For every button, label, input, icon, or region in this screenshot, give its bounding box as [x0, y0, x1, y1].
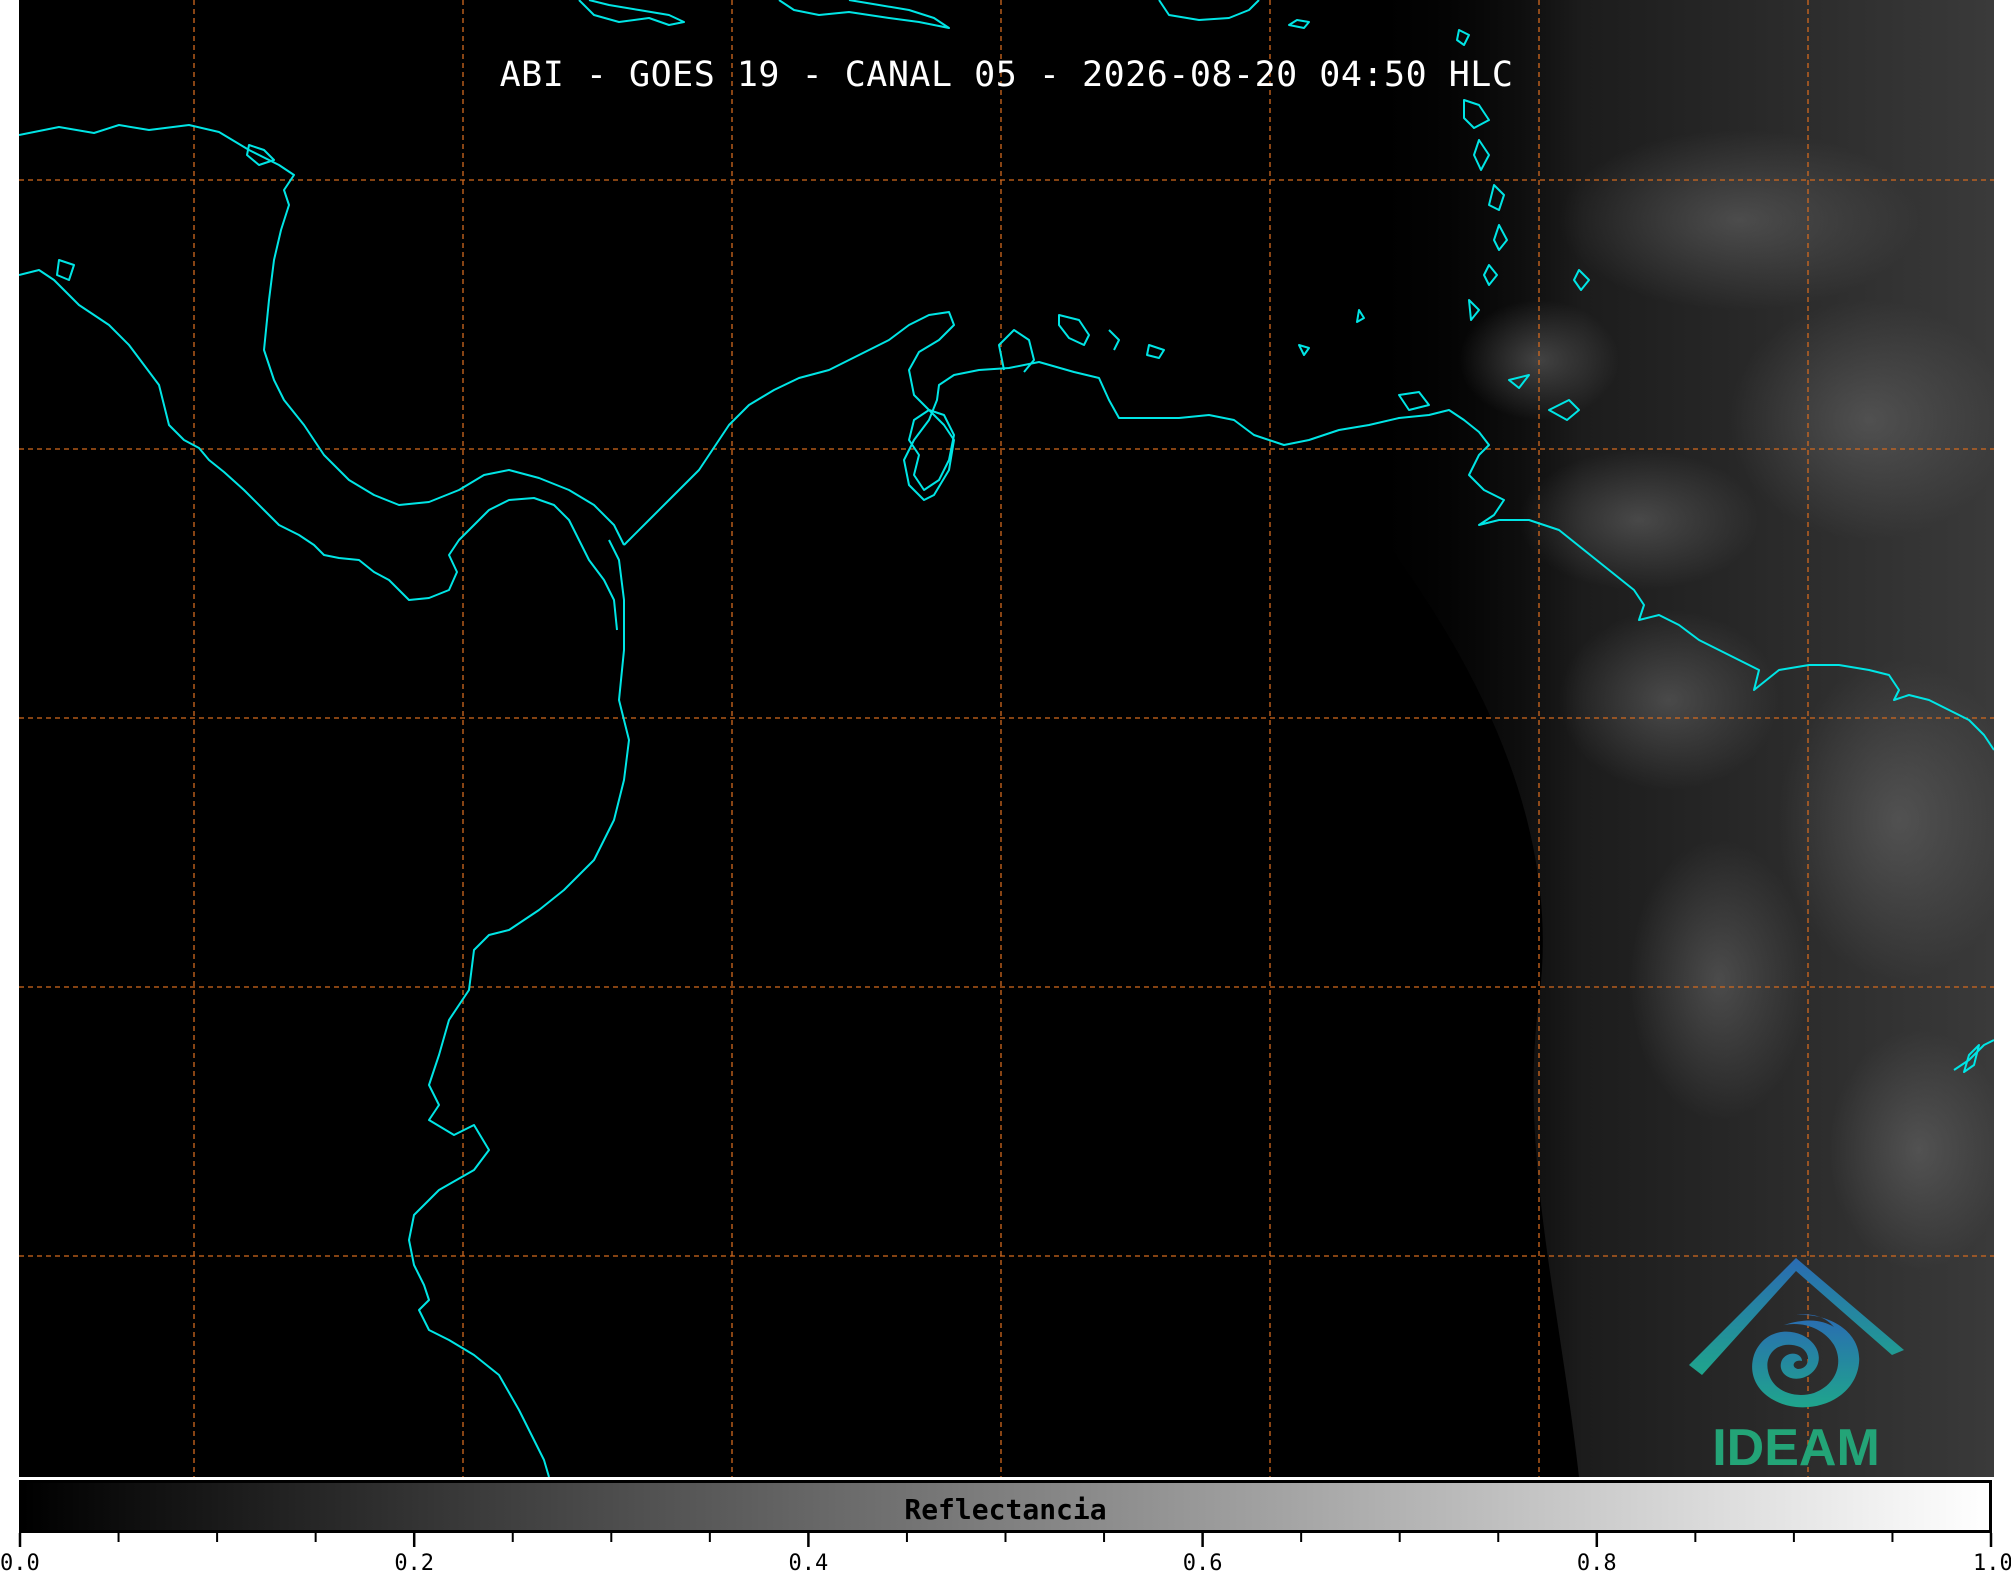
- colorbar-label: Reflectancia: [904, 1493, 1107, 1526]
- colorbar-tick-label: 0.4: [788, 1551, 829, 1576]
- colorbar-tick-label: 0.8: [1576, 1551, 1617, 1576]
- colorbar-tick-label: 0.6: [1182, 1551, 1223, 1576]
- map-title: ABI - GOES 19 - CANAL 05 - 2026-08-20 04…: [499, 55, 1514, 95]
- colorbar-tick-label: 1.0: [1973, 1551, 2011, 1576]
- colorbar-tick-label: 0.0: [0, 1551, 40, 1576]
- satellite-image-panel: ABI - GOES 19 - CANAL 05 - 2026-08-20 04…: [19, 0, 1994, 1477]
- colorbar: Reflectancia: [19, 1480, 1992, 1533]
- logo-text: IDEAM: [1712, 1419, 1880, 1473]
- colorbar-tick-label: 0.2: [394, 1551, 435, 1576]
- ideam-logo: IDEAM: [1689, 1258, 1904, 1473]
